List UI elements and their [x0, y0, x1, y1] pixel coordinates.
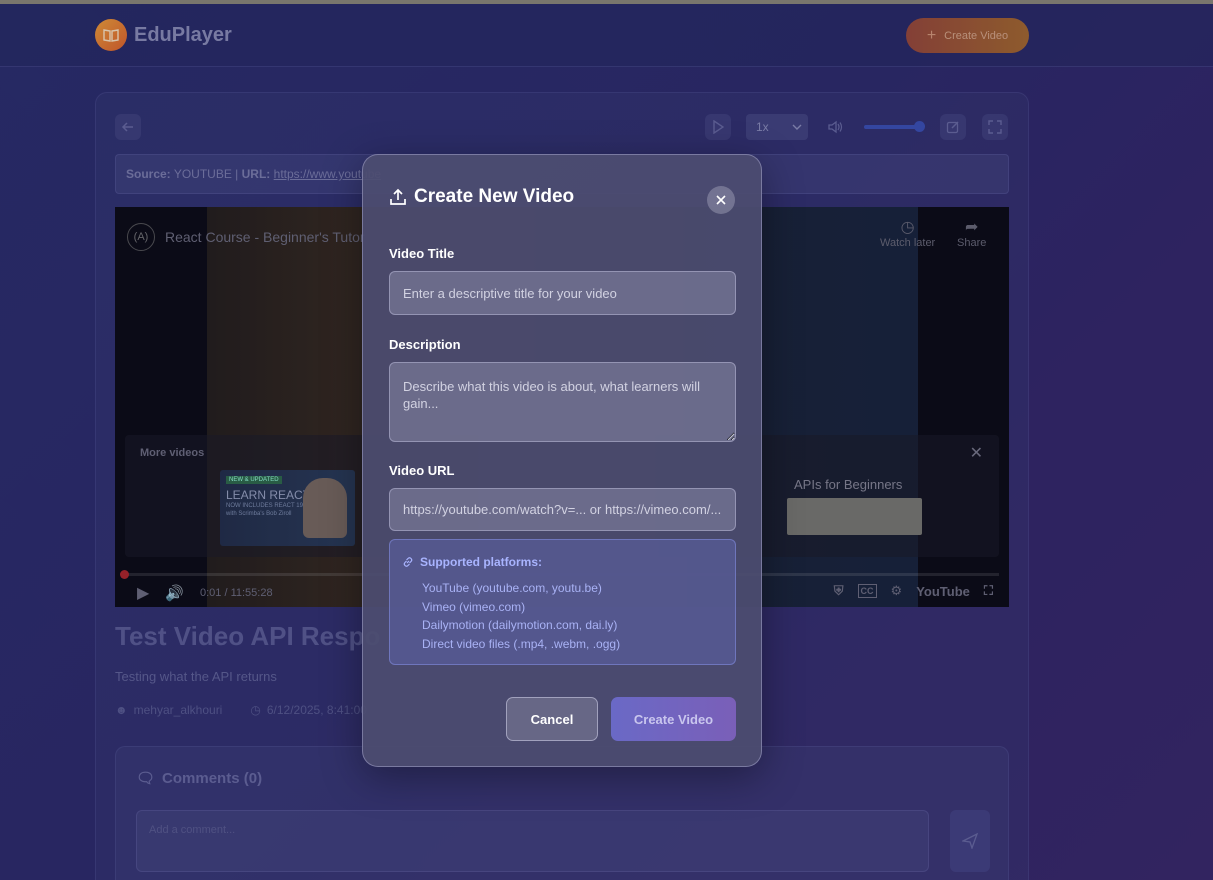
platform-item: Direct video files (.mp4, .webm, .ogg)	[422, 636, 621, 651]
platform-item: YouTube (youtube.com, youtu.be)	[422, 581, 602, 595]
link-icon	[403, 557, 413, 567]
platforms-header: Supported platforms:	[402, 555, 542, 569]
close-modal-button[interactable]	[707, 186, 735, 214]
upload-icon	[390, 188, 406, 205]
platform-item: Dailymotion (dailymotion.com, dai.ly)	[422, 618, 618, 633]
modal-title: Create New Video	[414, 186, 575, 207]
platforms-title: Supported platforms:	[420, 555, 542, 569]
video-title-label: Video Title	[389, 246, 455, 261]
video-title-input[interactable]	[389, 271, 736, 315]
platform-item: Vimeo (vimeo.com)	[422, 599, 526, 614]
video-url-label: Video URL	[389, 463, 455, 478]
supported-platforms-info: Supported platforms: YouTube (youtube.co…	[389, 539, 736, 665]
create-video-modal: Create New Video Video Title Description…	[362, 154, 762, 767]
video-url-input[interactable]	[389, 488, 736, 531]
close-icon	[716, 195, 726, 205]
description-textarea[interactable]	[389, 362, 736, 442]
cancel-button[interactable]: Cancel	[506, 697, 598, 741]
create-video-button[interactable]: Create Video	[611, 697, 736, 741]
description-label: Description	[389, 337, 461, 352]
platforms-list: YouTube (youtube.com, youtu.be) Vimeo (v…	[422, 579, 620, 653]
modal-header: Create New Video	[389, 186, 574, 208]
